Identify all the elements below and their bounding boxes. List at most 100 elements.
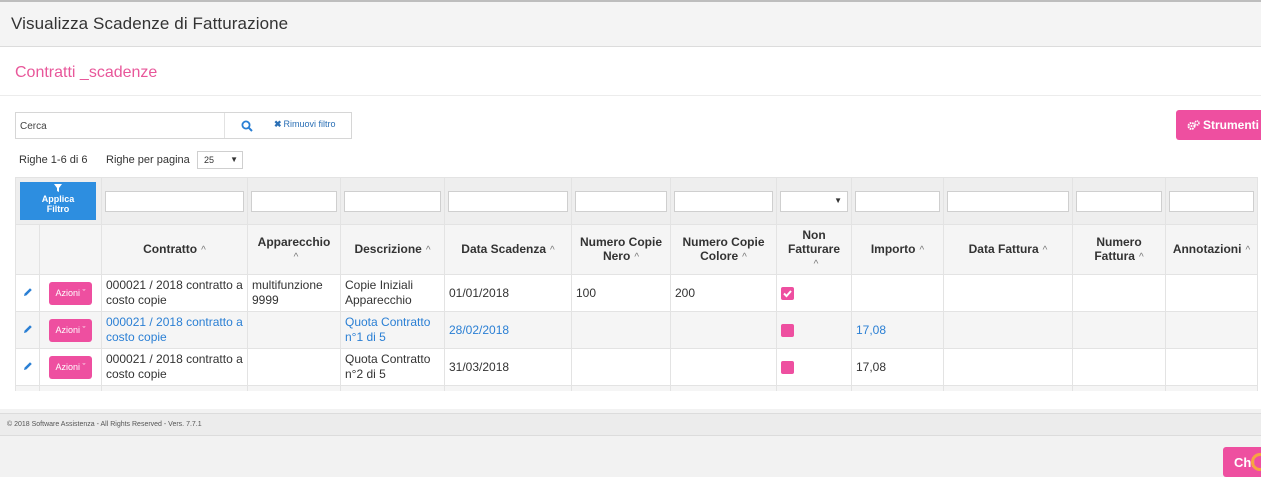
cell-importo[interactable]: 17,08 [851,311,944,349]
rows-per-page-select[interactable]: 25 ▼ [197,151,243,169]
cell-importo: 17,08 [851,348,944,386]
cell-apparecchio: multifunzione 9999 [247,274,341,312]
col-label: Numero [1096,234,1142,249]
filter-copie-nero[interactable] [575,190,667,212]
filter-copie-colore[interactable] [674,190,773,212]
filter-descrizione[interactable] [344,190,441,212]
table-row [15,385,1258,391]
col-label: Colore [700,248,739,263]
cell-descrizione: Quota Contratto n°2 di 5 [340,348,445,386]
cell-descrizione: Copie Iniziali Apparecchio [340,274,445,312]
pencil-icon[interactable] [23,324,33,334]
tools-label: Strumenti [1203,118,1260,132]
col-label: Numero Copie [682,234,765,249]
table-row: Azioni ˇ 000021 / 2018 contratto a costo … [15,274,1258,312]
col-label: Contratto [143,241,198,256]
non-fatturare-checkbox[interactable] [781,323,794,337]
actions-button[interactable]: Azioni ˇ [49,281,92,305]
filter-annotazioni[interactable] [1169,190,1254,212]
col-header-numero-fattura[interactable]: Numero Fattura ^ [1072,224,1166,275]
actions-button[interactable]: Azioni ˇ [49,355,92,379]
table-row: Azioni ˇ 000021 / 2018 contratto a costo … [15,348,1258,386]
cell-data-scadenza[interactable]: 28/02/2018 [444,311,572,349]
actions-label: Azioni [55,287,80,298]
sort-icon: ^ [1042,244,1048,256]
filter-numero-fattura[interactable] [1076,190,1162,212]
cell-data-fattura [943,274,1073,312]
filter-importo[interactable] [855,190,940,212]
filter-contratto[interactable] [105,190,244,212]
apply-filter-button[interactable]: Applica Filtro [20,182,96,220]
actions-label: Azioni [55,361,80,372]
cell-numero-fattura [1072,348,1166,386]
non-fatturare-checkbox[interactable] [781,286,794,300]
tools-button[interactable]: Strumenti [1176,110,1261,140]
col-label: Nero [602,248,631,263]
col-label: Descrizione [354,241,422,256]
rows-per-page-label: Righe per pagina [106,154,190,166]
window-header: Visualizza Scadenze di Fatturazione [0,0,1261,47]
cell-non-fatturare [776,274,852,312]
cell-apparecchio [247,311,341,349]
search-button[interactable] [224,113,269,138]
col-label: Apparecchio [257,234,331,249]
col-header-data-scadenza[interactable]: Data Scadenza ^ [444,224,572,275]
cell-annotazioni [1165,348,1258,386]
close-button[interactable]: Chi [1223,447,1261,477]
col-header-apparecchio[interactable]: Apparecchio ^ [247,224,341,275]
col-header-non-fatturare[interactable]: Non Fatturare ^ [776,224,852,275]
filter-apparecchio[interactable] [251,190,337,212]
col-label: Data Scadenza [461,241,546,256]
cell-non-fatturare [776,311,852,349]
cell-data-scadenza: 31/03/2018 [444,348,572,386]
col-label: Annotazioni [1172,241,1242,256]
sort-icon: ^ [634,251,640,263]
cell-copie-nero [571,311,671,349]
chevron-down-icon: ˇ [82,361,86,372]
filter-data-fattura[interactable] [947,190,1069,212]
sort-icon: ^ [1138,251,1144,263]
non-fatturare-checkbox[interactable] [781,360,794,374]
actions-button[interactable]: Azioni ˇ [49,318,92,342]
col-header-importo[interactable]: Importo ^ [851,224,944,275]
filter-data-scadenza[interactable] [448,190,568,212]
cell-importo [851,274,944,312]
col-label: Non [802,227,826,242]
cell-descrizione[interactable]: Quota Contratto n°1 di 5 [340,311,445,349]
sort-icon: ^ [919,244,925,256]
col-header-copie-nero[interactable]: Numero Copie Nero ^ [571,224,671,275]
pencil-icon[interactable] [23,361,33,371]
apply-filter-label-1: Applica [41,194,75,204]
remove-filter-label: Rimuovi filtro [283,119,336,129]
footer: © 2018 Software Assistenza - All Rights … [0,413,1261,436]
col-label: Data Fattura [968,241,1039,256]
search-input[interactable] [20,117,220,135]
cell-copie-colore [670,311,777,349]
rows-info: Righe 1-6 di 6 [19,154,88,166]
filter-non-fatturare-select[interactable]: ▼ [780,190,848,212]
filter-icon [54,184,62,192]
cell-data-fattura [943,348,1073,386]
cell-non-fatturare [776,348,852,386]
remove-filter-link[interactable]: ✖ Rimuovi filtro [274,119,336,130]
sort-icon: ^ [201,244,206,256]
col-label: Fattura [1094,248,1135,263]
gears-icon [1187,119,1200,130]
col-header-annotazioni[interactable]: Annotazioni ^ [1165,224,1258,275]
filter-row: Applica Filtro ▼ [15,177,1258,225]
col-header-contratto[interactable]: Contratto ^ [101,224,248,275]
cell-contratto[interactable]: 000021 / 2018 contratto a costo copie [101,311,248,349]
col-header-descrizione[interactable]: Descrizione ^ [340,224,445,275]
col-header-actions [39,224,102,275]
caret-down-icon: ▼ [230,155,238,164]
sort-icon: ^ [550,244,555,256]
copyright-text: © 2018 Software Assistenza - All Rights … [7,421,202,428]
col-header-copie-colore[interactable]: Numero Copie Colore ^ [670,224,777,275]
pencil-icon[interactable] [23,287,33,297]
col-header-data-fattura[interactable]: Data Fattura ^ [943,224,1073,275]
edit-cell [15,348,40,386]
actions-label: Azioni [55,324,80,335]
apply-filter-label-2: Filtro [46,204,70,214]
cell-numero-fattura [1072,274,1166,312]
sort-icon: ^ [742,251,747,263]
